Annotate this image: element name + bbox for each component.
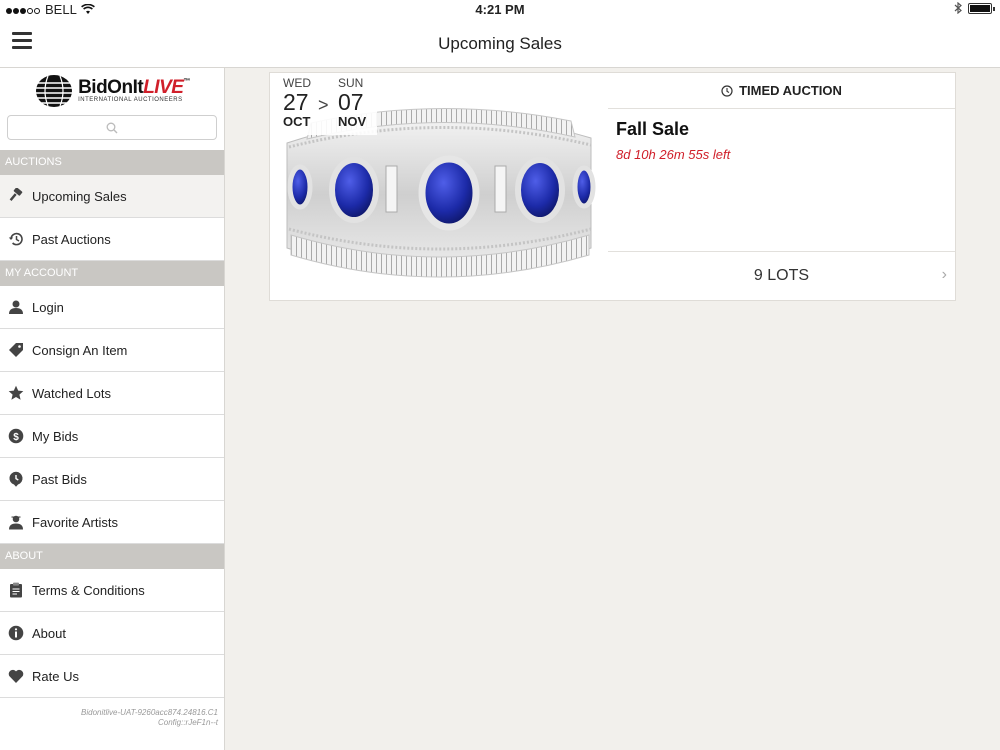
star-icon <box>7 384 25 402</box>
section-header-about: ABOUT <box>0 544 224 569</box>
sidebar-item-about[interactable]: About <box>0 612 224 655</box>
search-input[interactable] <box>7 115 217 140</box>
sidebar-item-label: Consign An Item <box>32 342 128 358</box>
chevron-right-icon: › <box>941 266 947 283</box>
clock: 4:21 PM <box>475 2 525 17</box>
sidebar-item-label: Rate Us <box>32 668 79 684</box>
sidebar-item-watched-lots[interactable]: Watched Lots <box>0 372 224 415</box>
brand-tagline: INTERNATIONAL AUCTIONEERS <box>78 97 183 103</box>
sale-card[interactable]: WED 27 OCT > SUN 07 NOV TIMED AUCTION Fa… <box>269 72 956 301</box>
sidebar-item-label: Past Bids <box>32 471 87 487</box>
dollar-icon: $ <box>7 427 25 445</box>
globe-logo-icon <box>36 74 73 107</box>
lots-button[interactable]: 9 LOTS › <box>608 251 955 300</box>
document-icon <box>7 581 25 599</box>
bluetooth-icon <box>954 2 962 14</box>
page-title: Upcoming Sales <box>438 34 562 53</box>
auction-type-label: TIMED AUCTION <box>608 73 955 109</box>
brand-name: BidOnItLIVE™ <box>78 77 190 98</box>
sale-dates: WED 27 OCT > SUN 07 NOV <box>271 73 377 135</box>
user-icon <box>7 298 25 316</box>
section-header-auctions: AUCTIONS <box>0 150 224 175</box>
history-icon <box>7 230 25 248</box>
status-bar: BELL 4:21 PM <box>0 0 1000 20</box>
sidebar-item-upcoming-sales[interactable]: Upcoming Sales <box>0 175 224 218</box>
search-icon <box>106 122 118 133</box>
sidebar-item-rate-us[interactable]: Rate Us <box>0 655 224 698</box>
clock-icon <box>721 84 733 97</box>
gavel-icon <box>7 187 25 205</box>
info-icon <box>7 624 25 642</box>
sidebar-item-label: Watched Lots <box>32 385 112 401</box>
heart-icon <box>7 667 25 685</box>
sidebar-item-label: My Bids <box>32 428 79 444</box>
sidebar-item-past-auctions[interactable]: Past Auctions <box>0 218 224 261</box>
clock-pin-icon <box>7 470 25 488</box>
sale-title: Fall Sale <box>616 119 690 139</box>
sidebar-item-favorite-artists[interactable]: Favorite Artists <box>0 501 224 544</box>
sidebar-item-past-bids[interactable]: Past Bids <box>0 458 224 501</box>
sidebar-item-label: Terms & Conditions <box>32 582 145 598</box>
date-separator: > <box>318 95 329 115</box>
sidebar-item-consign[interactable]: Consign An Item <box>0 329 224 372</box>
tag-icon <box>7 341 25 359</box>
end-date: SUN 07 NOV <box>338 76 367 130</box>
sidebar-item-label: Upcoming Sales <box>32 188 127 204</box>
version-info: Bidonitlive-UAT-9260acc874.24816.C1 Conf… <box>81 708 218 727</box>
navigation-bar: Upcoming Sales <box>0 20 1000 68</box>
sidebar-item-label: Login <box>32 299 64 315</box>
sidebar-item-my-bids[interactable]: $ My Bids <box>0 415 224 458</box>
section-header-my-account: MY ACCOUNT <box>0 261 224 286</box>
sidebar-item-label: Past Auctions <box>32 231 111 247</box>
artist-icon <box>7 513 25 531</box>
sidebar-item-terms[interactable]: Terms & Conditions <box>0 569 224 612</box>
sidebar-item-login[interactable]: Login <box>0 286 224 329</box>
sidebar-item-label: Favorite Artists <box>32 514 118 530</box>
status-right <box>954 2 995 14</box>
brand-logo: BidOnItLIVE™ INTERNATIONAL AUCTIONEERS <box>0 68 224 113</box>
lots-count: 9 LOTS <box>753 267 810 284</box>
sale-image: WED 27 OCT > SUN 07 NOV <box>271 73 607 300</box>
start-date: WED 27 OCT <box>283 76 311 130</box>
sidebar-item-label: About <box>32 625 66 641</box>
countdown-timer: 8d 10h 26m 55s left <box>616 147 731 162</box>
sidebar: BidOnItLIVE™ INTERNATIONAL AUCTIONEERS A… <box>0 68 225 750</box>
battery-icon <box>968 2 995 14</box>
svg-text:$: $ <box>13 432 19 443</box>
